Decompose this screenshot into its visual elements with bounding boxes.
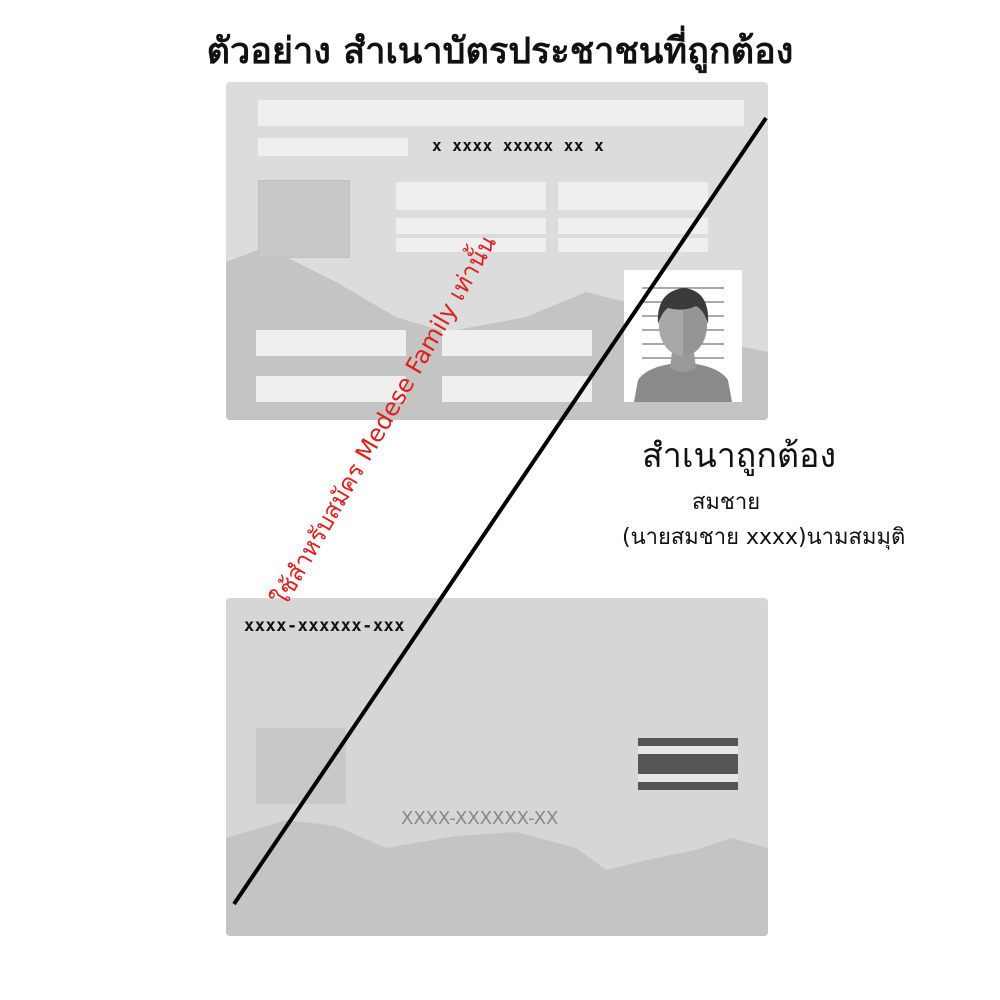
info-bar-2 (558, 182, 708, 210)
info-bar-10 (442, 376, 592, 402)
portrait-photo (624, 270, 742, 402)
id-card-back: xxxx-xxxxxx-xxx XXXX-XXXXXX-XX (226, 598, 768, 936)
thai-flag-icon (638, 738, 738, 798)
signer-name: (นายสมชาย xxxx)นามสมมุติ (622, 525, 906, 550)
laser-code: xxxx-xxxxxx-xxx (244, 616, 406, 636)
info-bar-8 (442, 330, 592, 356)
page-title: ตัวอย่าง สำเนาบัตรประชาชนที่ถูกต้อง (206, 31, 794, 72)
info-bar-7 (256, 330, 406, 356)
label-bar (258, 138, 408, 156)
info-bar-1 (396, 182, 546, 210)
id-number: x xxxx xxxxx xx x (432, 136, 605, 155)
info-bar-4 (558, 218, 708, 234)
chip-area (258, 180, 350, 258)
header-bar (258, 100, 744, 126)
certification-title: สำเนาถูกต้อง (642, 436, 837, 476)
serial-number: XXXX-XXXXXX-XX (401, 808, 559, 829)
info-bar-6 (558, 238, 708, 252)
chip-area-back (256, 728, 346, 804)
signature: สมชาย (692, 490, 761, 515)
info-bar-3 (396, 218, 546, 234)
